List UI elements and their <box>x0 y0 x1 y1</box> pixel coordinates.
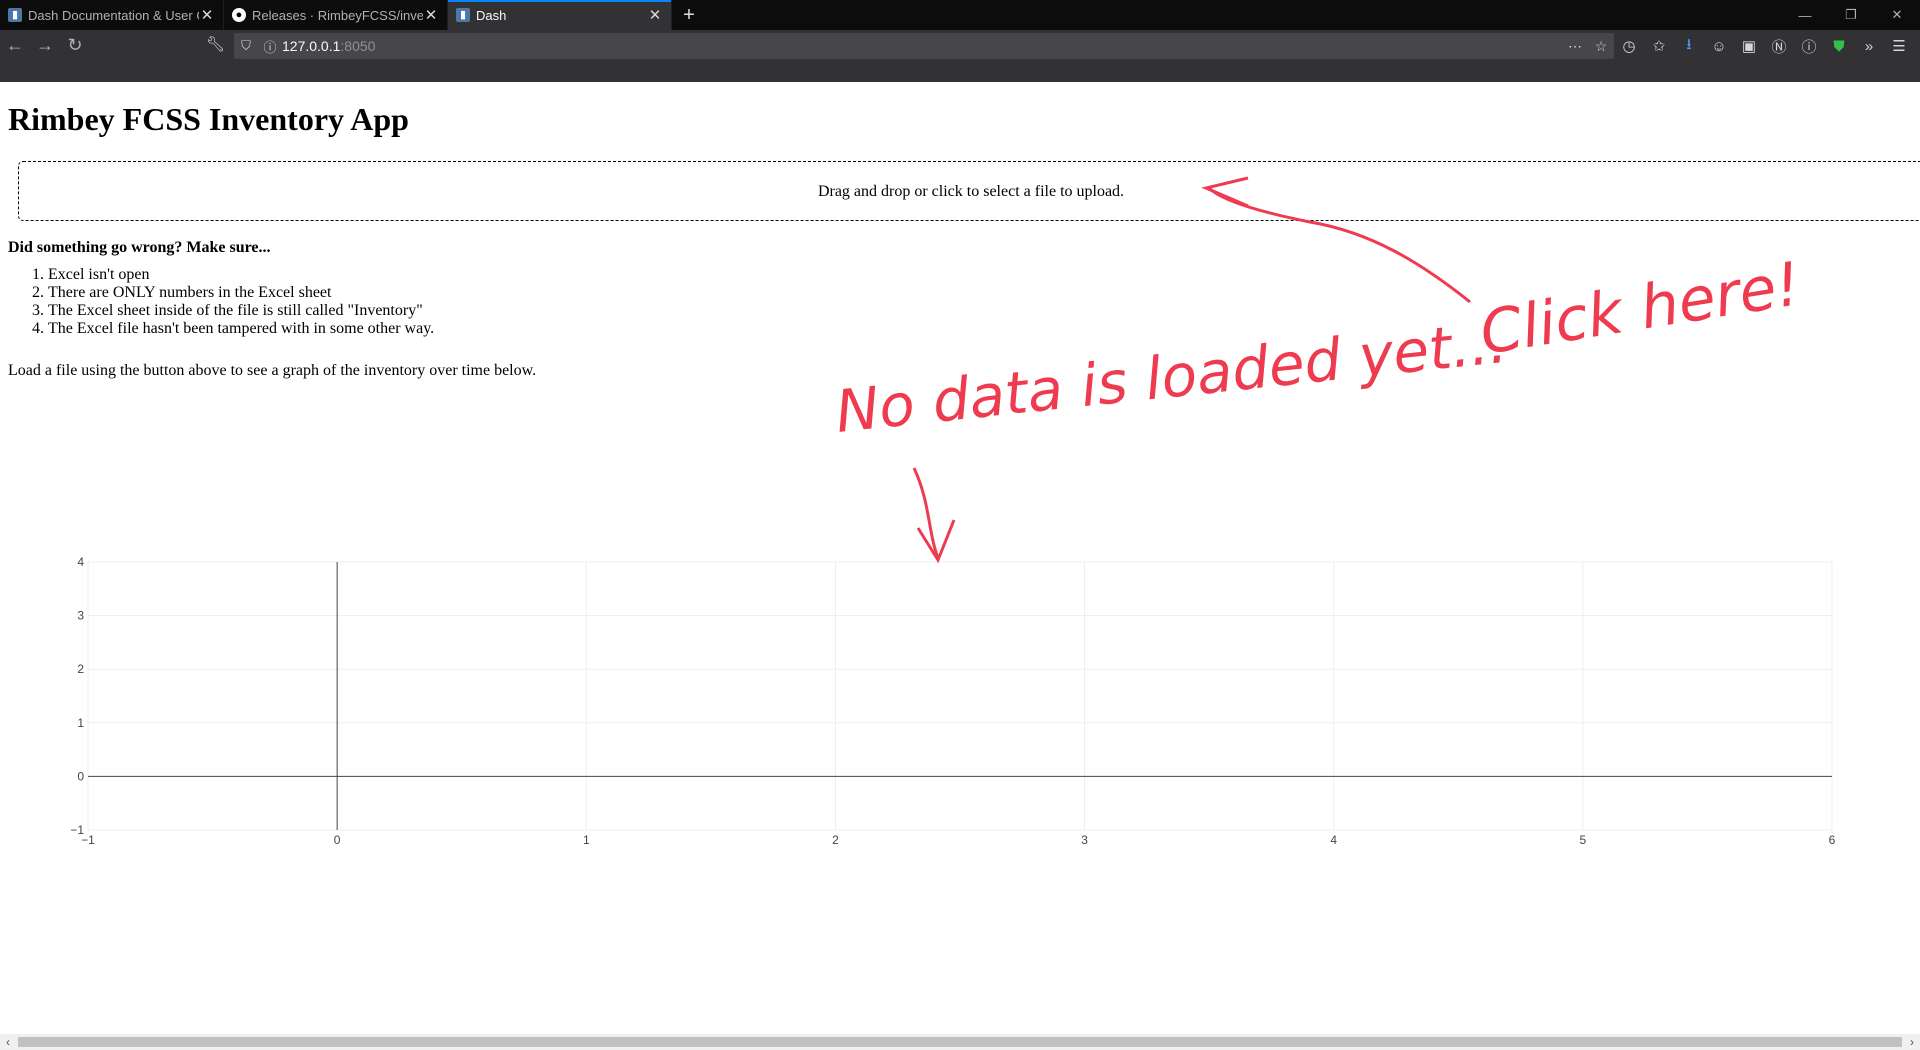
horizontal-scrollbar[interactable]: ‹ › <box>0 1034 1920 1050</box>
warning-heading: Did something go wrong? Make sure... <box>8 239 271 256</box>
x-tick-label: 6 <box>1829 833 1836 847</box>
load-note: Load a file using the button above to se… <box>8 362 537 379</box>
y-tick-label: 4 <box>77 555 84 569</box>
forward-icon[interactable]: → <box>30 30 60 60</box>
more-icon[interactable]: ⋯ <box>1562 38 1588 55</box>
navigation-toolbar: ← → ↻ 🔧︎ ⛉ ⓘ 127.0.0.1:8050 ⋯ ☆ ◷ ✩ ⭳ ☺ … <box>0 30 1920 82</box>
y-tick-label: 3 <box>77 609 84 623</box>
history-icon[interactable]: ◷ <box>1614 33 1644 59</box>
x-tick-label: 3 <box>1081 833 1088 847</box>
restore-icon[interactable]: ❐ <box>1828 0 1874 30</box>
tab-bar: ▮ Dash Documentation & User G ✕ ● Releas… <box>0 0 1920 30</box>
new-tab-button[interactable]: + <box>672 0 706 30</box>
y-tick-label: 0 <box>77 769 84 783</box>
tab-title: Dash Documentation & User G <box>28 7 199 23</box>
annotation-click-here: Click here! <box>1475 249 1805 369</box>
url-bar[interactable]: ⛉ ⓘ 127.0.0.1:8050 ⋯ ☆ <box>234 33 1614 59</box>
x-tick-label: 4 <box>1330 833 1337 847</box>
upload-label: Drag and drop or click to select a file … <box>817 183 1125 200</box>
dash-favicon-icon: ▮ <box>8 8 22 22</box>
info-icon[interactable]: ⓘ <box>258 37 282 56</box>
tab-title: Releases · RimbeyFCSS/invento <box>252 7 423 23</box>
x-tick-label: 5 <box>1580 833 1587 847</box>
dash-favicon-icon: ▮ <box>456 8 470 22</box>
extension-icon[interactable]: ▣ <box>1734 33 1764 59</box>
onepassword-icon[interactable]: ⓘ <box>1794 33 1824 59</box>
close-window-icon[interactable]: ✕ <box>1874 0 1920 30</box>
checklist: Excel isn't open There are ONLY numbers … <box>8 266 434 338</box>
y-tick-label: 2 <box>77 662 84 676</box>
wrench-icon[interactable]: 🔧︎ <box>206 35 225 53</box>
tab-releases[interactable]: ● Releases · RimbeyFCSS/invento ✕ <box>224 0 448 30</box>
list-item: Excel isn't open <box>48 266 434 284</box>
scroll-thumb[interactable] <box>18 1037 1902 1047</box>
bookmark-star-icon[interactable]: ☆ <box>1588 38 1614 55</box>
scroll-right-icon[interactable]: › <box>1904 1035 1920 1049</box>
scroll-track[interactable] <box>16 1034 1904 1050</box>
page-title: Rimbey FCSS Inventory App <box>8 101 409 137</box>
annotation-no-data: No data is loaded yet... <box>832 308 1510 446</box>
list-item: The Excel sheet inside of the file is st… <box>48 302 434 320</box>
adblock-shield-icon[interactable]: ⛊ <box>1824 33 1854 59</box>
minimize-icon[interactable]: — <box>1782 0 1828 30</box>
download-icon[interactable]: ⭳ <box>1674 33 1704 59</box>
url-actions: ⋯ ☆ <box>1562 38 1614 55</box>
window-controls: — ❐ ✕ <box>1782 0 1920 30</box>
x-tick-label: 2 <box>832 833 839 847</box>
tracking-shield-icon[interactable]: ⛉ <box>234 38 258 54</box>
account-icon[interactable]: ☺ <box>1704 33 1734 59</box>
y-tick-label: −1 <box>70 823 84 837</box>
list-item: The Excel file hasn't been tampered with… <box>48 320 434 338</box>
close-icon[interactable]: ✕ <box>199 6 215 24</box>
notion-icon[interactable]: Ⓝ <box>1764 33 1794 59</box>
y-tick-label: 1 <box>77 716 84 730</box>
github-favicon-icon: ● <box>232 8 246 22</box>
list-item: There are ONLY numbers in the Excel shee… <box>48 284 434 302</box>
reading-list-icon[interactable]: ✩ <box>1644 33 1674 59</box>
page-content: Rimbey FCSS Inventory App Drag and drop … <box>0 82 1920 1034</box>
x-tick-label: 0 <box>334 833 341 847</box>
toolbar-right: ◷ ✩ ⭳ ☺ ▣ Ⓝ ⓘ ⛊ » ☰ <box>1614 33 1914 59</box>
url-port: :8050 <box>340 38 376 54</box>
reload-icon[interactable]: ↻ <box>60 30 90 60</box>
tab-dash[interactable]: ▮ Dash ✕ <box>448 0 672 30</box>
url-host: 127.0.0.1 <box>282 38 341 54</box>
close-icon[interactable]: ✕ <box>647 6 663 24</box>
tab-title: Dash <box>476 7 507 23</box>
scroll-left-icon[interactable]: ‹ <box>0 1035 16 1049</box>
x-tick-label: 1 <box>583 833 590 847</box>
close-icon[interactable]: ✕ <box>423 6 439 24</box>
back-icon[interactable]: ← <box>0 30 30 60</box>
overflow-icon[interactable]: » <box>1854 33 1884 59</box>
menu-icon[interactable]: ☰ <box>1884 33 1914 59</box>
tab-dash-docs[interactable]: ▮ Dash Documentation & User G ✕ <box>0 0 224 30</box>
inventory-graph[interactable]: −1 0 1 2 3 4 5 6−101234 <box>0 452 1920 872</box>
upload-dropzone[interactable]: Drag and drop or click to select a file … <box>18 161 1920 221</box>
